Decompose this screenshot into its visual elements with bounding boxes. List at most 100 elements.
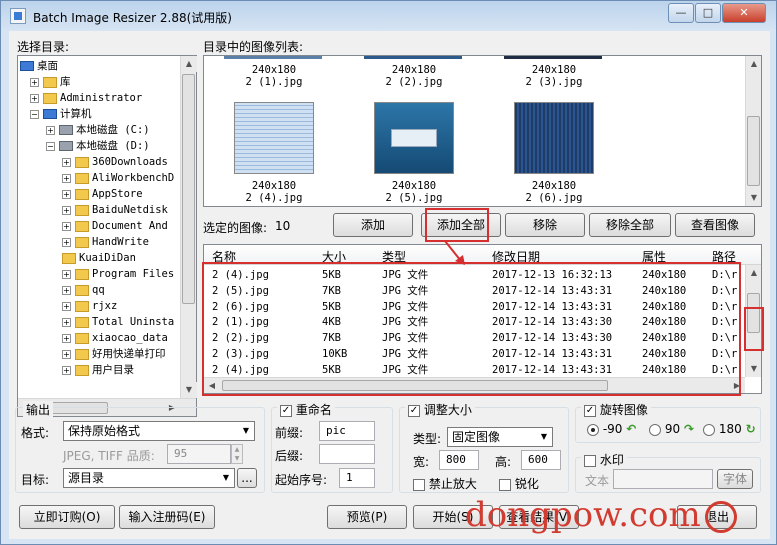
rotate-radio-90[interactable] xyxy=(649,423,661,436)
browse-button[interactable]: ... xyxy=(237,468,257,488)
prefix-input[interactable]: pic xyxy=(319,421,375,441)
view-image-button[interactable]: 查看图像 xyxy=(675,213,755,237)
tree-item[interactable]: + rjxz xyxy=(62,298,117,314)
tree-item[interactable]: − 计算机 xyxy=(30,106,92,122)
watermark-toggle[interactable]: 水印 xyxy=(581,451,627,468)
tree-scroll-thumb[interactable] xyxy=(182,74,195,304)
thumbnail-item[interactable]: 240x180 2 (2).jpg 2 (1).jpg xyxy=(224,64,324,88)
thumbnail-image-5[interactable] xyxy=(374,102,454,174)
rename-checkbox[interactable]: ✓ xyxy=(280,404,292,417)
thumbnail-item[interactable]: 240x180 2 (2).jpg xyxy=(364,64,464,88)
tree-item[interactable]: +360Downloads xyxy=(62,154,168,170)
preview-button[interactable]: 预览(P) xyxy=(327,505,407,529)
expand-icon[interactable]: + xyxy=(62,269,71,279)
thumbnail-scrollbar[interactable]: ▲ ▼ xyxy=(745,56,761,206)
expand-icon[interactable]: + xyxy=(62,285,71,295)
maximize-button[interactable]: □ xyxy=(695,3,721,23)
quality-stepper[interactable]: ▲ ▼ xyxy=(231,444,243,464)
directory-tree[interactable]: 桌面 + 库 + Administrator − 计算机 + 本地磁盘 (C:) − 本地磁盘 (D… xyxy=(17,55,197,417)
thumbnail-item[interactable]: 240x180 2 (3).jpg xyxy=(504,64,604,88)
watermark-text-input[interactable] xyxy=(613,469,713,489)
tree-item[interactable]: + BaiduNetdisk xyxy=(62,202,168,218)
expand-icon[interactable]: + xyxy=(62,349,71,359)
tree-item[interactable]: + AppStore xyxy=(62,186,143,202)
tree-item[interactable]: + HandWrite xyxy=(62,234,149,250)
expand-icon[interactable]: + xyxy=(62,333,71,343)
thumbnail-scroll-thumb[interactable] xyxy=(747,116,760,186)
collapse-icon[interactable]: − xyxy=(46,141,55,151)
order-now-button[interactable]: 立即订购(O) xyxy=(19,505,115,529)
close-button[interactable]: ✕ xyxy=(722,3,766,23)
scroll-up-icon[interactable]: ▲ xyxy=(746,56,761,72)
tree-item[interactable]: 桌面 xyxy=(20,58,58,74)
title-bar[interactable]: Batch Image Resizer 2.88(试用版) — □ ✕ xyxy=(1,1,776,31)
remove-all-button[interactable]: 移除全部 xyxy=(589,213,671,237)
resize-type-select[interactable]: 固定图像 ▼ xyxy=(447,427,553,447)
expand-icon[interactable]: + xyxy=(62,157,71,167)
target-select[interactable]: 源目录 ▼ xyxy=(63,468,235,488)
expand-icon[interactable]: + xyxy=(62,221,71,231)
expand-icon[interactable]: + xyxy=(62,301,71,311)
scroll-up-icon[interactable]: ▲ xyxy=(746,265,761,281)
rotate-option-90[interactable]: 90 ↷ xyxy=(649,422,694,436)
thumbnail-image-4[interactable] xyxy=(234,102,314,174)
expand-icon[interactable]: + xyxy=(30,93,39,103)
rotate-option-180[interactable]: 180 ↻ xyxy=(703,422,756,436)
tree-item[interactable]: + AliWorkbenchD xyxy=(62,170,174,186)
scroll-down-icon[interactable]: ▼ xyxy=(746,190,761,206)
expand-icon[interactable]: + xyxy=(62,365,71,375)
sharpen-checkbox[interactable] xyxy=(499,478,511,491)
width-input[interactable]: 800 xyxy=(439,450,479,470)
thumbnail-item[interactable]: 240x180 2 (5).jpg xyxy=(364,180,464,204)
sharpen-option[interactable]: 锐化 xyxy=(499,475,539,492)
add-button[interactable]: 添加 xyxy=(333,213,413,237)
thumbnail-item[interactable]: 240x180 2 (6).jpg xyxy=(504,180,604,204)
scroll-down-icon[interactable]: ▼ xyxy=(746,361,761,377)
expand-icon[interactable]: + xyxy=(46,125,55,135)
watermark-checkbox[interactable] xyxy=(584,454,596,467)
rotate-radio-180[interactable] xyxy=(703,423,715,436)
expand-icon[interactable]: + xyxy=(62,189,71,199)
tree-item[interactable]: KuaiDiDan xyxy=(62,250,136,266)
suffix-input[interactable] xyxy=(319,444,375,464)
thumbnail-item[interactable]: 240x180 2 (4).jpg xyxy=(224,180,324,204)
start-number-input[interactable]: 1 xyxy=(339,468,375,488)
tree-item[interactable]: + Administrator xyxy=(30,90,142,106)
height-input[interactable]: 600 xyxy=(521,450,561,470)
expand-icon[interactable]: + xyxy=(62,237,71,247)
expand-icon[interactable]: + xyxy=(62,317,71,327)
tree-item[interactable]: + 本地磁盘 (C:) xyxy=(46,122,150,138)
rotate-toggle[interactable]: ✓ 旋转图像 xyxy=(581,401,651,418)
tree-item[interactable]: + Total Uninsta xyxy=(62,314,174,330)
scroll-down-icon[interactable]: ▼ xyxy=(181,382,197,398)
quality-input[interactable]: 95 xyxy=(167,444,231,464)
scroll-up-icon[interactable]: ▲ xyxy=(181,56,197,72)
thumbnail-image-6[interactable] xyxy=(514,102,594,174)
resize-checkbox[interactable]: ✓ xyxy=(408,404,420,417)
rotate-checkbox[interactable]: ✓ xyxy=(584,404,596,417)
expand-icon[interactable]: + xyxy=(62,173,71,183)
tree-item[interactable]: + 用户目录 xyxy=(62,362,134,378)
rotate-radio-neg90[interactable] xyxy=(587,423,599,436)
rename-toggle[interactable]: ✓ 重命名 xyxy=(277,401,335,418)
tree-item[interactable]: + 库 xyxy=(30,74,71,90)
collapse-icon[interactable]: − xyxy=(30,109,39,119)
resize-toggle[interactable]: ✓ 调整大小 xyxy=(405,401,475,418)
rotate-option-neg90[interactable]: -90 ↶ xyxy=(587,422,636,436)
tree-item[interactable]: + xiaocao_data xyxy=(62,330,168,346)
thumbnail-panel[interactable]: 240x180 2 (2).jpg 2 (1).jpg 240x180 2 (2… xyxy=(203,55,762,207)
minimize-button[interactable]: — xyxy=(668,3,694,23)
remove-button[interactable]: 移除 xyxy=(505,213,585,237)
tree-item[interactable]: + 好用快递单打印 xyxy=(62,346,166,362)
register-button[interactable]: 输入注册码(E) xyxy=(119,505,215,529)
tree-item[interactable]: + Program Files xyxy=(62,266,174,282)
tree-item[interactable]: + Document And xyxy=(62,218,168,234)
tree-item[interactable]: − 本地磁盘 (D:) xyxy=(46,138,150,154)
no-enlarge-checkbox[interactable] xyxy=(413,478,425,491)
no-enlarge-option[interactable]: 禁止放大 xyxy=(413,475,477,492)
tree-item[interactable]: + qq xyxy=(62,282,105,298)
font-button[interactable]: 字体 xyxy=(717,469,753,489)
expand-icon[interactable]: + xyxy=(62,205,71,215)
tree-vertical-scrollbar[interactable]: ▲ ▼ xyxy=(180,56,197,398)
format-select[interactable]: 保持原始格式 ▼ xyxy=(63,421,255,441)
